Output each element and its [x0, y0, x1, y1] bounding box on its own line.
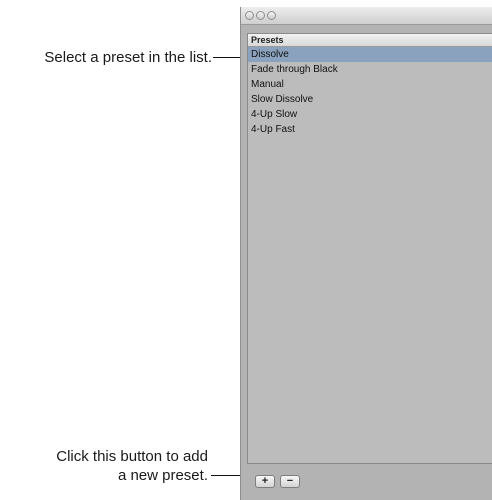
close-icon[interactable]	[245, 11, 254, 20]
callout-add-line1: Click this button to add	[56, 448, 208, 465]
presets-window: Presets Dissolve Fade through Black Manu…	[240, 7, 492, 500]
list-item[interactable]: 4-Up Slow	[248, 107, 492, 122]
presets-column-header[interactable]: Presets	[248, 34, 492, 47]
list-item[interactable]: Manual	[248, 77, 492, 92]
remove-preset-button[interactable]: −	[280, 475, 300, 488]
presets-list[interactable]: Presets Dissolve Fade through Black Manu…	[247, 33, 492, 464]
list-item[interactable]: Slow Dissolve	[248, 92, 492, 107]
list-item[interactable]: Fade through Black	[248, 62, 492, 77]
list-item[interactable]: Dissolve	[248, 47, 492, 62]
minimize-icon[interactable]	[256, 11, 265, 20]
title-bar[interactable]	[241, 7, 492, 25]
callout-add-preset: Click this button to add a new preset.	[56, 447, 208, 485]
list-item[interactable]: 4-Up Fast	[248, 122, 492, 137]
zoom-icon[interactable]	[267, 11, 276, 20]
add-preset-button[interactable]: +	[255, 475, 275, 488]
callout-add-line2: a new preset.	[117, 467, 208, 484]
callout-select-preset: Select a preset in the list.	[44, 49, 212, 66]
